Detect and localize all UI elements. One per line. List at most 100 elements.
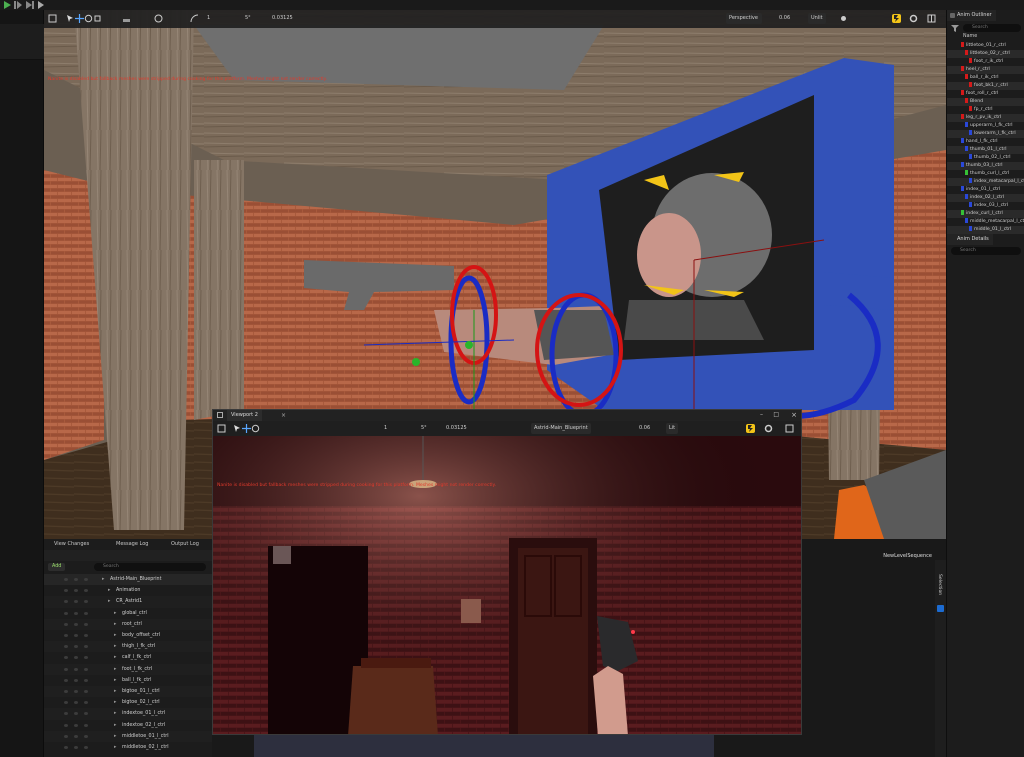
track-row[interactable]: ▸ bigtoe_02_l_ctrl	[44, 697, 212, 709]
surface-snap-icon[interactable]	[122, 14, 131, 23]
outliner-item[interactable]: foot_r_ik_ctrl	[947, 58, 1024, 66]
grid-value[interactable]: 5°	[242, 13, 254, 24]
outliner-item[interactable]: foot_bk1_r_ctrl	[947, 82, 1024, 90]
outliner-item[interactable]: ball_r_ik_ctrl	[947, 74, 1024, 82]
expand-arrow-icon[interactable]: ▸	[114, 720, 116, 731]
vp2-camera-button[interactable]: Astrid-Main_Blueprint	[531, 423, 591, 434]
outliner-item[interactable]: index_01_l_ctrl	[947, 186, 1024, 194]
tab-message-log[interactable]: Message Log	[106, 539, 148, 549]
details-search-input[interactable]: Search	[951, 247, 1021, 255]
track-toggle-icon[interactable]	[74, 712, 78, 716]
viewport-2-titlebar[interactable]: Viewport 2 × – □ ×	[213, 410, 801, 421]
visibility-eye-icon[interactable]	[64, 701, 68, 705]
track-toggle-icon[interactable]	[74, 746, 78, 749]
vp2-rotate-icon[interactable]	[251, 424, 260, 433]
track-row[interactable]: ▸ thigh_l_fk_ctrl	[44, 641, 212, 653]
track-toggle-icon[interactable]	[84, 645, 88, 649]
vp2-transform-icon[interactable]	[217, 424, 226, 433]
track-row[interactable]: ▸ indextoe_02_l_ctrl	[44, 719, 212, 731]
play-options-icon[interactable]	[38, 1, 46, 9]
tab-output-log[interactable]: Output Log	[161, 539, 199, 549]
expand-arrow-icon[interactable]: ▸	[114, 619, 116, 630]
track-row[interactable]: ▸ middletoe_01_l_ctrl	[44, 730, 212, 742]
outliner-item[interactable]: littletoe_01_r_ctrl	[947, 42, 1024, 50]
track-toggle-icon[interactable]	[74, 701, 78, 705]
outliner-item[interactable]: index_curl_l_ctrl	[947, 210, 1024, 218]
track-row[interactable]: ▸ global_ctrl	[44, 607, 212, 619]
track-toggle-icon[interactable]	[74, 723, 78, 727]
outliner-item[interactable]: fp_r_ctrl	[947, 106, 1024, 114]
visibility-eye-icon[interactable]	[64, 712, 68, 716]
scale-icon[interactable]	[93, 14, 102, 23]
track-toggle-icon[interactable]	[74, 578, 78, 581]
track-toggle-icon[interactable]	[84, 634, 88, 637]
track-row[interactable]: ▸ indextoe_01_l_ctrl	[44, 708, 212, 720]
track-row[interactable]: ▸ foot_l_fk_ctrl	[44, 663, 212, 675]
rotate-icon[interactable]	[84, 14, 93, 23]
track-toggle-icon[interactable]	[84, 678, 88, 682]
track-row[interactable]: ▸ Animation	[44, 585, 212, 597]
realtime-icon[interactable]	[892, 14, 901, 23]
expand-arrow-icon[interactable]: ▸	[114, 731, 116, 742]
vp2-lighting-button[interactable]: Lit	[666, 423, 679, 434]
rotation-snap-icon[interactable]	[190, 14, 199, 23]
tab-view-changes[interactable]: View Changes	[44, 539, 89, 549]
expand-arrow-icon[interactable]: ▸	[102, 574, 104, 585]
visibility-eye-icon[interactable]	[64, 634, 68, 637]
visibility-eye-icon[interactable]	[64, 611, 68, 615]
track-toggle-icon[interactable]	[84, 667, 88, 671]
select-icon[interactable]	[66, 14, 75, 23]
settings-gear-icon[interactable]	[909, 14, 918, 23]
expand-arrow-icon[interactable]: ▸	[114, 664, 116, 675]
track-toggle-icon[interactable]	[84, 589, 88, 593]
minimize-icon[interactable]: –	[760, 411, 763, 418]
play-icon[interactable]	[3, 1, 11, 9]
track-toggle-icon[interactable]	[84, 746, 88, 749]
outliner-item[interactable]: thumb_03_l_ctrl	[947, 162, 1024, 170]
outliner-search-input[interactable]: Search	[963, 24, 1021, 32]
track-toggle-icon[interactable]	[74, 656, 78, 660]
filter-icon[interactable]	[951, 24, 959, 32]
track-row[interactable]: ▸ ball_l_fk_ctrl	[44, 674, 212, 686]
layout-icon[interactable]	[927, 14, 936, 23]
expand-arrow-icon[interactable]: ▸	[114, 608, 116, 619]
visibility-eye-icon[interactable]	[64, 746, 68, 749]
track-toggle-icon[interactable]	[74, 589, 78, 593]
visibility-eye-icon[interactable]	[64, 600, 68, 604]
vp2-angle-value[interactable]: 1	[381, 423, 390, 434]
track-toggle-icon[interactable]	[84, 600, 88, 604]
track-row[interactable]: ▸ Astrid-Main_Blueprint	[44, 574, 212, 586]
outliner-item[interactable]: Blend	[947, 98, 1024, 106]
vp2-scale-value[interactable]: 0.03125	[443, 423, 470, 434]
close-window-icon[interactable]: ×	[791, 411, 797, 419]
expand-arrow-icon[interactable]: ▸	[108, 596, 110, 607]
outliner-item[interactable]: thumb_02_l_ctrl	[947, 154, 1024, 162]
vp2-speed-value[interactable]: 0.06	[636, 423, 653, 434]
track-toggle-icon[interactable]	[74, 600, 78, 604]
outliner-item[interactable]: foot_roll_r_ctrl	[947, 90, 1024, 98]
step-icon[interactable]	[14, 1, 22, 9]
maximize-icon[interactable]: □	[773, 411, 779, 418]
visibility-eye-icon[interactable]	[64, 656, 68, 660]
outliner-item[interactable]: middle_01_l_ctrl	[947, 226, 1024, 234]
vp2-realtime-icon[interactable]	[746, 424, 755, 433]
outliner-item[interactable]: upperarm_l_fk_ctrl	[947, 122, 1024, 130]
outliner-item[interactable]: index_metacarpal_l_ctrl	[947, 178, 1024, 186]
outliner-item[interactable]: heel_r_ctrl	[947, 66, 1024, 74]
track-toggle-icon[interactable]	[84, 578, 88, 581]
move-icon[interactable]	[75, 14, 84, 23]
lighting-mode-button[interactable]: Unlit	[808, 13, 826, 24]
track-toggle-icon[interactable]	[84, 701, 88, 705]
vp2-layout-icon[interactable]	[785, 424, 794, 433]
outliner-item[interactable]: leg_r_pv_ik_ctrl	[947, 114, 1024, 122]
track-toggle-icon[interactable]	[84, 622, 88, 626]
expand-arrow-icon[interactable]: ▸	[114, 708, 116, 719]
outliner-item[interactable]: thumb_01_l_ctrl	[947, 146, 1024, 154]
track-toggle-icon[interactable]	[74, 690, 78, 693]
track-row[interactable]: ▸ calf_l_fk_ctrl	[44, 652, 212, 664]
visibility-eye-icon[interactable]	[64, 678, 68, 682]
outliner-item[interactable]: littletoe_02_r_ctrl	[947, 50, 1024, 58]
vp2-settings-gear-icon[interactable]	[764, 424, 773, 433]
perspective-button[interactable]: Perspective	[726, 13, 762, 24]
outliner-item[interactable]: hand_l_fk_ctrl	[947, 138, 1024, 146]
